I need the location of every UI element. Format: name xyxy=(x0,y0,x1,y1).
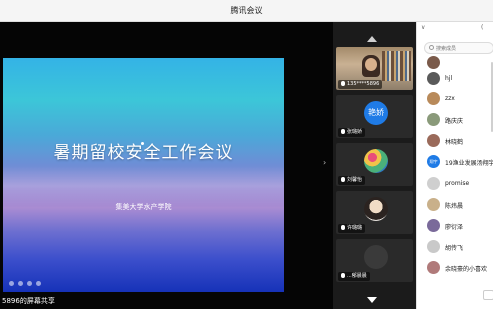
member-item[interactable]: 路庆庆 xyxy=(427,113,493,127)
avatar xyxy=(427,219,440,232)
avatar: 翔宇 xyxy=(427,155,440,168)
slide-organization: 集美大学水产学院 xyxy=(115,203,172,211)
next-slide-icon[interactable] xyxy=(36,281,41,286)
member-name: hjl xyxy=(445,75,453,82)
video-tile[interactable]: ...郁晨晨 xyxy=(336,239,413,282)
avatar xyxy=(427,240,440,253)
avatar xyxy=(427,198,440,211)
avatar xyxy=(427,177,440,190)
scroll-up-icon[interactable] xyxy=(367,36,377,42)
member-name: promise xyxy=(445,180,470,187)
search-icon xyxy=(429,45,434,50)
member-item[interactable]: hjl xyxy=(427,72,493,86)
avatar xyxy=(364,197,388,221)
avatar xyxy=(427,72,440,85)
member-item[interactable]: promise xyxy=(427,177,493,191)
tile-name-label: 135****5896 xyxy=(338,80,383,89)
member-search[interactable] xyxy=(424,42,493,54)
avatar xyxy=(427,134,440,147)
video-tile[interactable]: 艳娇 张璐娇 xyxy=(336,95,413,138)
member-name: 余晓豪的小喜欢 xyxy=(445,266,488,273)
prev-slide-icon[interactable] xyxy=(9,281,14,286)
member-item[interactable]: 廖衍泽 xyxy=(427,219,493,233)
video-panel: 135****5896 艳娇 张璐娇 刘馨怡 许璐璐 ...郁晨晨 xyxy=(333,22,416,309)
scroll-down-icon[interactable] xyxy=(367,297,377,303)
member-item[interactable]: 翔宇 19渔业发展汤翔宇 xyxy=(427,155,493,169)
video-tile[interactable]: 许璐璐 xyxy=(336,191,413,234)
tile-name-label: 刘馨怡 xyxy=(338,176,366,185)
mic-icon xyxy=(341,177,345,182)
member-sidebar: ∨ ( hjl zzx 路庆庆 林晓鹤 翔宇 19渔业发展汤翔宇 promise… xyxy=(416,22,493,309)
avatar xyxy=(427,92,440,105)
avatar xyxy=(427,261,440,274)
member-name: 胡传飞 xyxy=(445,245,464,252)
avatar: 艳娇 xyxy=(364,101,388,125)
member-name: 19渔业发展汤翔宇 xyxy=(445,160,493,167)
tile-name-label: 许璐璐 xyxy=(338,224,366,233)
mic-icon xyxy=(341,273,345,278)
member-name: 陈炜晨 xyxy=(445,203,464,210)
tile-name-label: ...郁晨晨 xyxy=(338,272,370,281)
member-item[interactable]: 余晓豪的小喜欢 xyxy=(427,261,493,275)
avatar xyxy=(364,245,388,269)
mic-icon xyxy=(341,129,345,134)
mic-icon xyxy=(341,225,345,230)
title-bar: 腾讯会议 xyxy=(0,0,493,22)
chevron-down-icon[interactable]: ∨ xyxy=(421,24,425,31)
avatar xyxy=(364,149,388,173)
participant-face xyxy=(365,58,377,71)
member-name: 林晓鹤 xyxy=(445,139,464,146)
video-tile[interactable]: 135****5896 xyxy=(336,47,413,90)
more-options-button[interactable] xyxy=(483,290,493,300)
sidebar-header: ∨ ( xyxy=(417,22,493,36)
grid-icon[interactable] xyxy=(27,281,32,286)
member-count: ( xyxy=(481,24,484,31)
collapse-panel-icon[interactable]: › xyxy=(323,158,326,167)
member-item[interactable] xyxy=(427,56,493,70)
video-tile[interactable]: 刘馨怡 xyxy=(336,143,413,186)
tile-name-label: 张璐娇 xyxy=(338,128,366,137)
avatar xyxy=(427,56,440,69)
member-name: 路庆庆 xyxy=(445,118,464,125)
member-item[interactable]: 胡传飞 xyxy=(427,240,493,254)
member-item[interactable]: 陈炜晨 xyxy=(427,198,493,212)
bookshelf-background xyxy=(382,51,411,81)
member-item[interactable]: zzx xyxy=(427,92,493,106)
slide-highlight-band xyxy=(3,166,284,206)
search-input[interactable] xyxy=(436,44,491,53)
member-item[interactable]: 林晓鹤 xyxy=(427,134,493,148)
shared-screen-stage[interactable]: 暑期留校安全工作会议 集美大学水产学院 xyxy=(0,22,333,309)
window-title: 腾讯会议 xyxy=(230,6,263,15)
avatar xyxy=(427,113,440,126)
mic-icon xyxy=(341,81,345,86)
presentation-slide: 暑期留校安全工作会议 集美大学水产学院 xyxy=(3,58,284,292)
member-name: 廖衍泽 xyxy=(445,224,464,231)
slide-headline: 暑期留校安全工作会议 xyxy=(53,143,234,163)
screen-share-caption: 5896的屏幕共享 xyxy=(2,297,55,305)
slide-toolbar xyxy=(9,281,41,286)
pen-icon[interactable] xyxy=(18,281,23,286)
member-name: zzx xyxy=(445,95,455,102)
